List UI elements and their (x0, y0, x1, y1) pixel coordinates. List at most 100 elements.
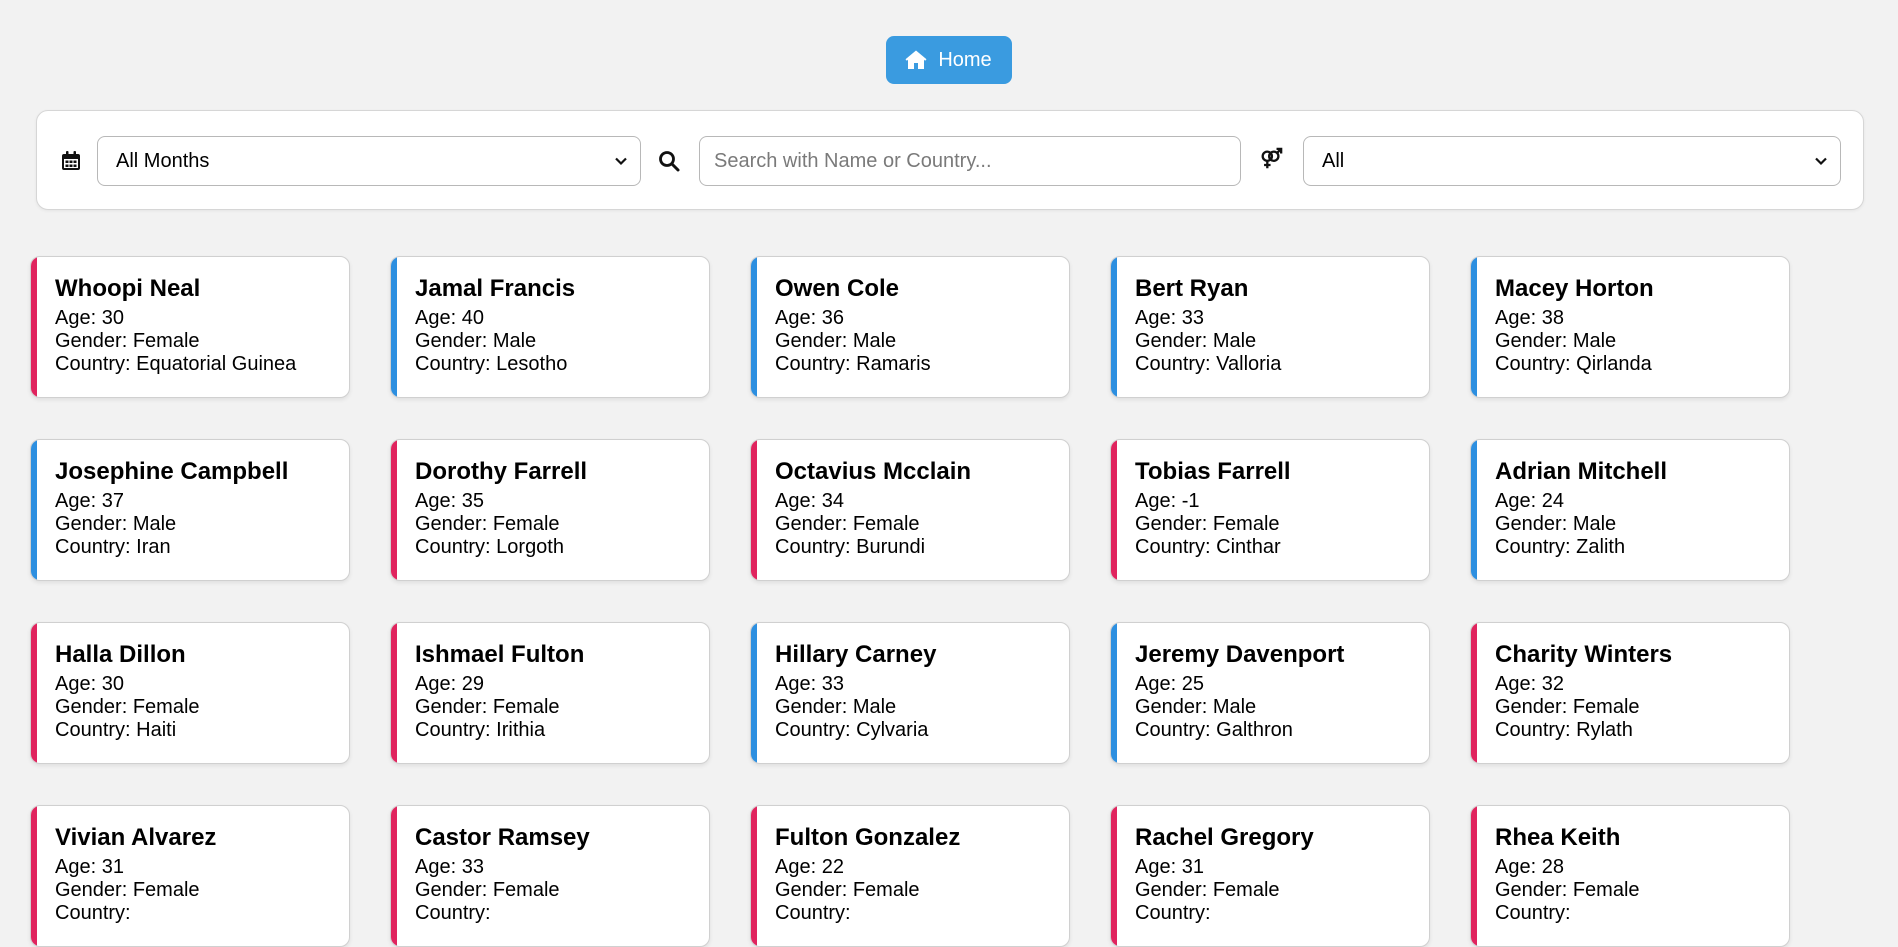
person-age-value: 35 (461, 490, 484, 512)
person-gender: Gender: Female (55, 330, 349, 353)
person-gender-label: Gender: (55, 879, 133, 901)
person-country-label: Country: (775, 353, 857, 375)
person-card[interactable]: Dorothy Farrell Age: 35 Gender: Female Coun… (390, 439, 710, 581)
person-gender-label: Gender: (55, 513, 133, 535)
person-card[interactable]: Jamal Francis Age: 40 Gender: Male Country:… (390, 256, 710, 398)
person-age-value: 29 (461, 673, 484, 695)
person-gender-value: Male (1572, 513, 1617, 535)
person-gender: Gender: Male (775, 330, 1069, 353)
person-country: Country: Valloria (1135, 353, 1429, 376)
person-gender-label: Gender: (775, 696, 853, 718)
search-input[interactable] (699, 136, 1241, 186)
person-country: Country: Cinthar (1135, 536, 1429, 559)
person-age-label: Age: (775, 673, 822, 695)
calendar-icon (59, 149, 83, 173)
person-card[interactable]: Hillary Carney Age: 33 Gender: Male Country… (750, 622, 1070, 764)
person-age-value: 34 (821, 490, 844, 512)
person-card[interactable]: Ishmael Fulton Age: 29 Gender: Female Count… (390, 622, 710, 764)
person-card[interactable]: Tobias Farrell Age: -1 Gender: Female Count… (1110, 439, 1430, 581)
person-gender-label: Gender: (1495, 513, 1573, 535)
person-gender-label: Gender: (1495, 879, 1573, 901)
person-country-value: Haiti (136, 719, 177, 741)
person-card[interactable]: Macey Horton Age: 38 Gender: Male Country: … (1470, 256, 1790, 398)
person-age-value: 32 (1541, 673, 1564, 695)
person-age-value: 33 (461, 856, 484, 878)
person-country: Country: Qirlanda (1495, 353, 1789, 376)
person-country-label: Country: (415, 536, 497, 558)
person-card[interactable]: Halla Dillon Age: 30 Gender: Female Country… (30, 622, 350, 764)
person-gender: Gender: Female (55, 879, 349, 902)
person-age-label: Age: (1135, 490, 1182, 512)
person-country-value: Valloria (1216, 353, 1282, 375)
person-age-value: 30 (101, 673, 124, 695)
person-card[interactable]: Octavius Mcclain Age: 34 Gender: Female Cou… (750, 439, 1070, 581)
person-gender-label: Gender: (1135, 696, 1213, 718)
person-age-label: Age: (1495, 856, 1542, 878)
person-card[interactable]: Castor Ramsey Age: 33 Gender: Female Countr… (390, 805, 710, 947)
person-country-label: Country: (1495, 902, 1571, 924)
person-age-value: -1 (1181, 490, 1200, 512)
person-country-value: Lesotho (496, 353, 568, 375)
person-age-label: Age: (415, 490, 462, 512)
person-country-label: Country: (415, 902, 491, 924)
person-age-value: 25 (1181, 673, 1204, 695)
person-age-label: Age: (55, 307, 102, 329)
chevron-down-icon (1815, 157, 1827, 166)
person-age-label: Age: (1495, 490, 1542, 512)
person-age: Age: 33 (1135, 307, 1429, 330)
person-country-value: Zalith (1576, 536, 1626, 558)
person-age: Age: 28 (1495, 856, 1789, 879)
person-country-label: Country: (775, 719, 857, 741)
person-age-label: Age: (1135, 307, 1182, 329)
person-country-value: Galthron (1216, 719, 1293, 741)
person-country: Country: Lesotho (415, 353, 709, 376)
person-name: Halla Dillon (55, 641, 186, 668)
person-age-label: Age: (1495, 307, 1542, 329)
person-gender: Gender: Male (1495, 513, 1789, 536)
person-name: Charity Winters (1495, 641, 1673, 668)
person-age-value: 40 (461, 307, 484, 329)
person-gender-value: Female (1212, 879, 1280, 901)
person-card[interactable]: Josephine Campbell Age: 37 Gender: Male Cou… (30, 439, 350, 581)
person-gender-value: Male (852, 330, 897, 352)
person-card[interactable]: Owen Cole Age: 36 Gender: Male Country: Ram… (750, 256, 1070, 398)
person-age-value: 22 (821, 856, 844, 878)
person-gender-label: Gender: (1135, 330, 1213, 352)
person-gender: Gender: Female (415, 513, 709, 536)
person-card[interactable]: Vivian Alvarez Age: 31 Gender: Female Count… (30, 805, 350, 947)
month-select[interactable]: All Months (97, 136, 641, 186)
person-age-label: Age: (1495, 673, 1542, 695)
person-country: Country: Burundi (775, 536, 1069, 559)
person-card[interactable]: Jeremy Davenport Age: 25 Gender: Male Count… (1110, 622, 1430, 764)
person-name: Tobias Farrell (1135, 458, 1291, 485)
person-card[interactable]: Rachel Gregory Age: 31 Gender: Female Count… (1110, 805, 1430, 947)
person-age: Age: 35 (415, 490, 709, 513)
person-name: Rhea Keith (1495, 824, 1621, 851)
gender-select[interactable]: All (1303, 136, 1841, 186)
person-age-value: 33 (821, 673, 844, 695)
person-gender: Gender: Female (415, 879, 709, 902)
person-country: Country: Cylvaria (775, 719, 1069, 742)
person-card[interactable]: Fulton Gonzalez Age: 22 Gender: Female Coun… (750, 805, 1070, 947)
person-country-label: Country: (1495, 353, 1577, 375)
person-age-value: 37 (101, 490, 124, 512)
person-age: Age: 32 (1495, 673, 1789, 696)
person-card[interactable]: Rhea Keith Age: 28 Gender: Female Country: (1470, 805, 1790, 947)
person-name: Jeremy Davenport (1135, 641, 1345, 668)
person-gender-value: Male (1212, 696, 1257, 718)
person-country-value: Equatorial Guinea (136, 353, 297, 375)
person-card[interactable]: Adrian Mitchell Age: 24 Gender: Male Countr… (1470, 439, 1790, 581)
person-card[interactable]: Bert Ryan Age: 33 Gender: Male Country: Val… (1110, 256, 1430, 398)
home-button[interactable]: Home (886, 36, 1012, 84)
person-age: Age: 25 (1135, 673, 1429, 696)
person-age-label: Age: (1135, 856, 1182, 878)
person-country-label: Country: (775, 536, 857, 558)
person-gender-label: Gender: (415, 513, 493, 535)
person-name: Jamal Francis (415, 275, 576, 302)
person-card[interactable]: Whoopi Neal Age: 30 Gender: Female Country:… (30, 256, 350, 398)
person-country-label: Country: (1135, 353, 1217, 375)
person-gender: Gender: Female (55, 696, 349, 719)
person-gender: Gender: Male (1135, 696, 1429, 719)
person-card[interactable]: Charity Winters Age: 32 Gender: Female Coun… (1470, 622, 1790, 764)
person-country: Country: Zalith (1495, 536, 1789, 559)
